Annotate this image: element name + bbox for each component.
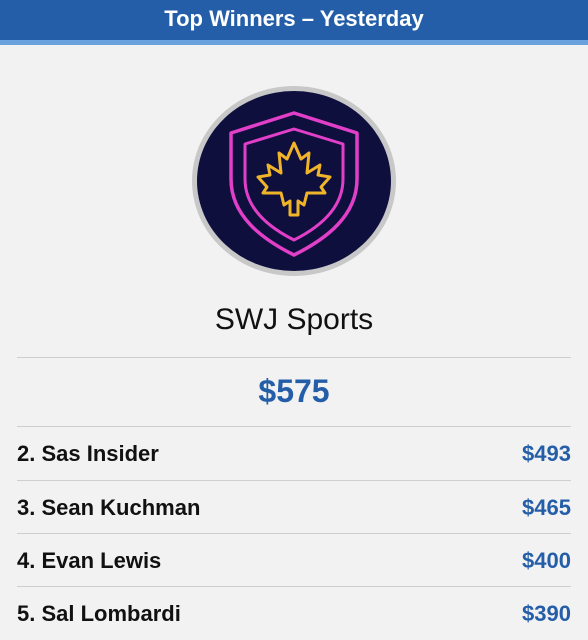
page-title: Top Winners – Yesterday: [164, 6, 424, 31]
list-item[interactable]: 3. Sean Kuchman $465: [17, 481, 571, 534]
list-item-amount: $400: [522, 547, 571, 573]
list-item-name: 2. Sas Insider: [17, 440, 159, 466]
list-item[interactable]: 2. Sas Insider $493: [17, 427, 571, 480]
shield-maple-leaf-icon: [229, 111, 359, 257]
list-item-name: 5. Sal Lombardi: [17, 600, 181, 626]
list-item[interactable]: 4. Evan Lewis $400: [17, 534, 571, 587]
avatar-background: [197, 91, 391, 271]
list-item-amount: $390: [522, 600, 571, 626]
list-item[interactable]: 5. Sal Lombardi $390: [17, 587, 571, 640]
winner-amount: $575: [258, 373, 330, 409]
list-item-name: 3. Sean Kuchman: [17, 494, 201, 520]
list-item-name: 4. Evan Lewis: [17, 547, 162, 573]
page-header: Top Winners – Yesterday: [0, 0, 588, 45]
team-avatar[interactable]: [192, 86, 396, 276]
divider: [17, 357, 571, 358]
list-item-amount: $465: [522, 494, 571, 520]
list-item-amount: $493: [522, 440, 571, 466]
winner-name: SWJ Sports: [214, 303, 374, 336]
